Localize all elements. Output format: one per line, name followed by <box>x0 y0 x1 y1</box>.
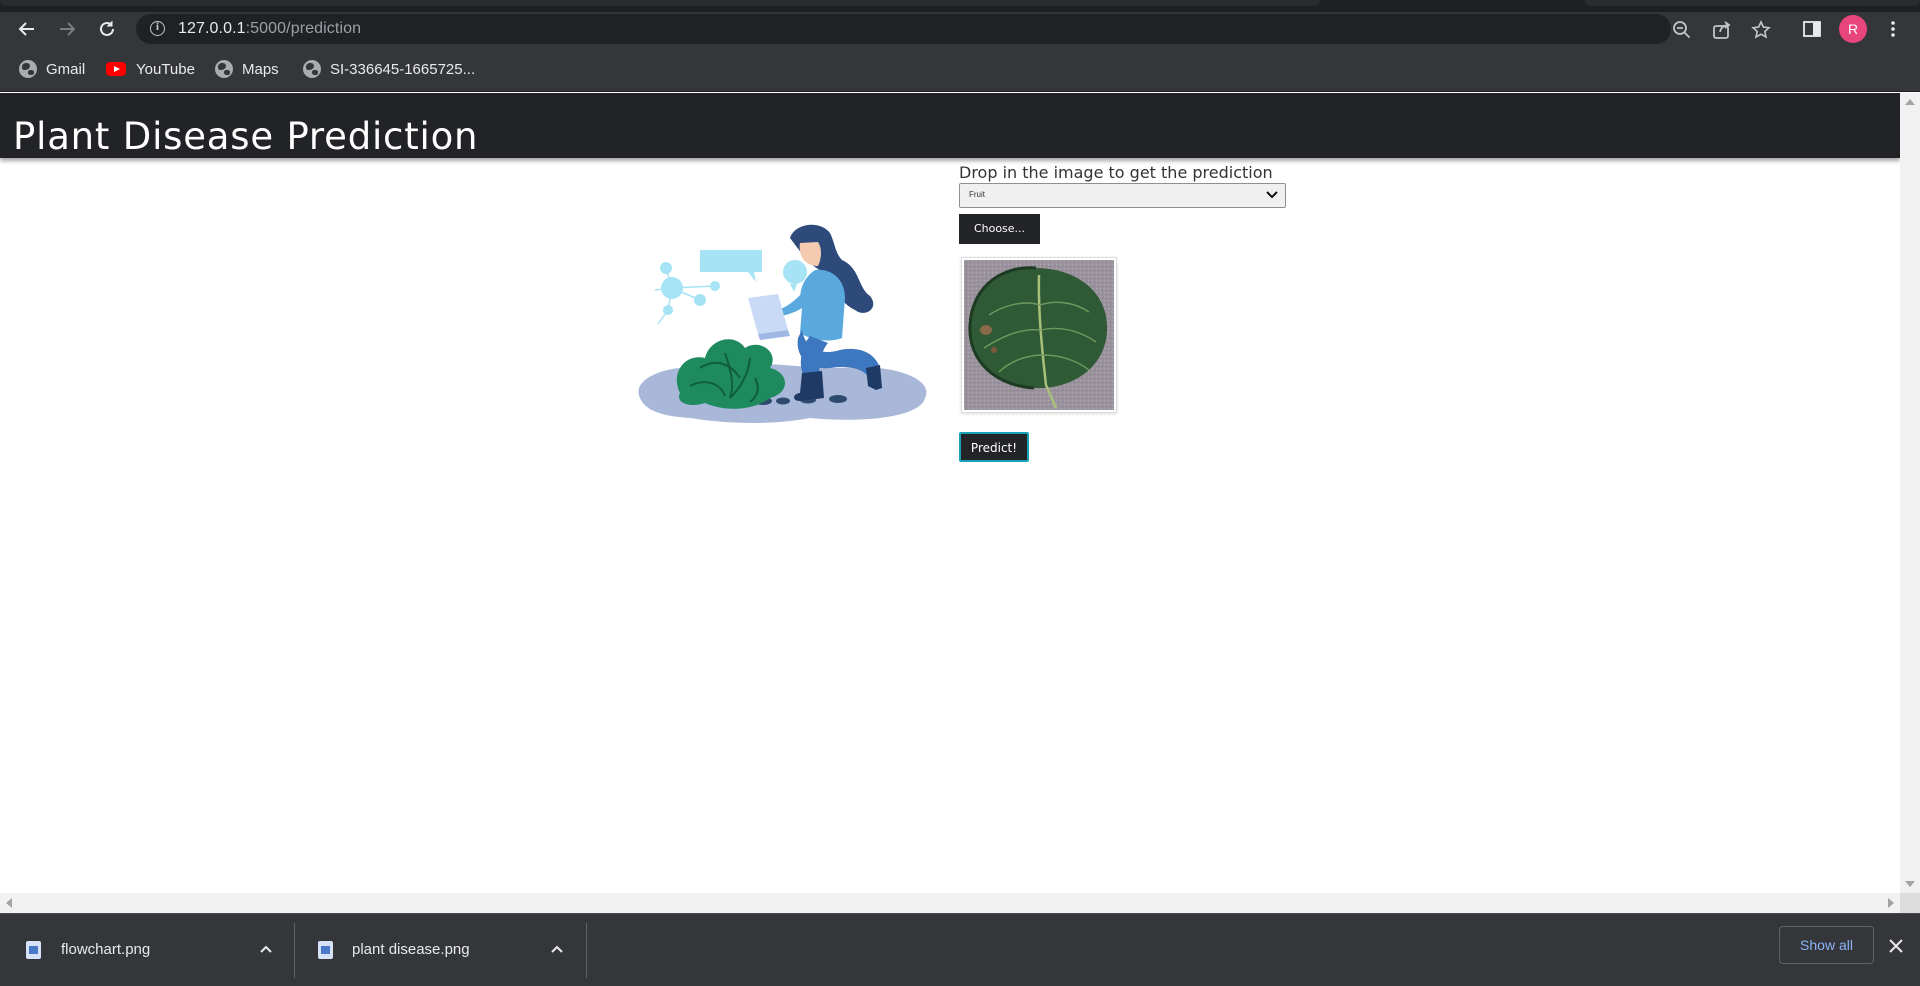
bookmark-label: Gmail <box>46 60 86 78</box>
kebab-menu-icon <box>1891 21 1895 37</box>
browser-menu-button[interactable] <box>1882 18 1904 40</box>
scroll-down-arrow-icon[interactable] <box>1905 881 1915 887</box>
bookmark-label: SI-336645-1665725... <box>330 60 476 78</box>
zoom-out-icon <box>1673 21 1691 39</box>
gardener-illustration <box>638 224 927 423</box>
page-title: Plant Disease Prediction <box>13 115 479 158</box>
bookmark-youtube[interactable]: YouTube <box>106 58 195 80</box>
star-icon <box>1751 20 1771 39</box>
url-path: :5000/prediction <box>245 20 362 37</box>
address-bar[interactable]: i 127.0.0.1:5000/prediction <box>136 14 1771 44</box>
share-button[interactable] <box>1711 19 1733 41</box>
profile-avatar[interactable]: R <box>1839 15 1867 43</box>
side-panel-icon <box>1803 21 1821 37</box>
download-divider <box>586 923 587 978</box>
browser-toolbar: i 127.0.0.1:5000/prediction R <box>0 12 1920 46</box>
vertical-scrollbar[interactable] <box>1900 93 1920 893</box>
scroll-left-arrow-icon[interactable] <box>6 898 12 908</box>
forward-button[interactable] <box>52 16 82 42</box>
site-header: Plant Disease Prediction <box>0 93 1900 158</box>
show-all-downloads-button[interactable]: Show all <box>1779 926 1874 964</box>
youtube-icon <box>106 62 126 76</box>
leaf-image <box>964 260 1114 410</box>
image-file-icon <box>26 941 41 959</box>
bookmarks-bar: Gmail YouTube Maps SI-336645-1665725... <box>0 46 1920 92</box>
bookmark-star-button[interactable] <box>1750 19 1772 41</box>
download-shelf: flowchart.png plant disease.png Show all <box>0 913 1920 986</box>
predict-button[interactable]: Predict! <box>959 432 1029 462</box>
download-filename: flowchart.png <box>61 941 151 958</box>
globe-icon <box>215 60 233 78</box>
reload-button[interactable] <box>92 16 122 42</box>
image-preview <box>961 257 1117 413</box>
download-divider <box>294 923 295 978</box>
drop-instruction: Drop in the image to get the prediction <box>959 163 1273 182</box>
tab[interactable] <box>0 0 1320 6</box>
bookmark-gmail[interactable]: Gmail <box>19 58 85 80</box>
download-filename: plant disease.png <box>352 941 470 958</box>
side-panel-button[interactable] <box>1801 18 1823 40</box>
horizontal-scrollbar[interactable] <box>0 893 1900 913</box>
globe-icon <box>19 60 37 78</box>
url-text[interactable]: 127.0.0.1:5000/prediction <box>178 20 361 38</box>
chevron-up-icon[interactable] <box>258 941 274 957</box>
scroll-up-arrow-icon[interactable] <box>1905 99 1915 105</box>
back-button[interactable] <box>12 16 42 42</box>
bookmark-label: YouTube <box>136 60 195 78</box>
page-viewport: Plant Disease Prediction Drop in the ima… <box>0 93 1920 913</box>
scroll-right-arrow-icon[interactable] <box>1888 898 1894 908</box>
share-icon <box>1713 21 1731 39</box>
chevron-down-icon <box>1266 191 1278 199</box>
tab[interactable] <box>1585 0 1920 6</box>
close-icon[interactable] <box>1886 936 1906 956</box>
reload-icon <box>100 21 114 36</box>
forward-arrow-icon <box>60 22 76 36</box>
category-selected-value: Fruit <box>969 190 985 199</box>
image-file-icon <box>318 941 333 959</box>
bookmark-label: Maps <box>242 60 279 78</box>
zoom-button[interactable] <box>1671 19 1693 41</box>
back-arrow-icon <box>18 22 34 36</box>
download-item[interactable]: flowchart.png <box>0 914 294 986</box>
bookmark-si[interactable]: SI-336645-1665725... <box>303 58 475 80</box>
choose-file-button[interactable]: Choose... <box>959 214 1040 244</box>
tab-strip <box>0 0 1920 12</box>
chevron-up-icon[interactable] <box>549 941 565 957</box>
scrollbar-corner <box>1900 893 1920 913</box>
category-select[interactable]: Fruit <box>959 183 1286 208</box>
site-info-icon[interactable]: i <box>150 21 165 36</box>
bookmark-maps[interactable]: Maps <box>215 58 279 80</box>
download-item[interactable]: plant disease.png <box>296 914 586 986</box>
globe-icon <box>303 60 321 78</box>
url-host: 127.0.0.1 <box>178 20 246 37</box>
